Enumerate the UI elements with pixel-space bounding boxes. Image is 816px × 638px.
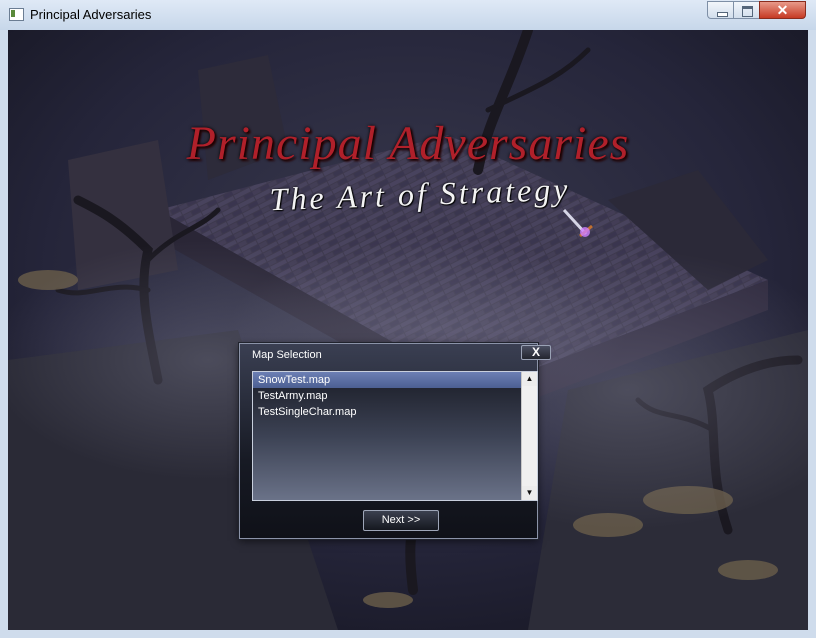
game-logo-title: Principal Adversaries xyxy=(186,117,630,170)
minimize-button[interactable] xyxy=(707,1,734,19)
next-button[interactable]: Next >> xyxy=(363,510,439,531)
dialog-close-button[interactable]: X xyxy=(521,345,551,360)
app-window: Principal Adversaries ✕ Principal Advers… xyxy=(0,0,816,638)
dialog-title: Map Selection xyxy=(252,349,322,361)
maximize-icon xyxy=(742,6,753,17)
map-list[interactable]: SnowTest.map TestArmy.map TestSingleChar… xyxy=(252,371,538,501)
map-list-item[interactable]: TestSingleChar.map xyxy=(253,404,524,420)
map-list-item[interactable]: TestArmy.map xyxy=(253,388,524,404)
scroll-up-arrow-icon[interactable]: ▲ xyxy=(522,372,537,386)
game-viewport[interactable]: Principal Adversaries The Art of Strateg… xyxy=(8,30,808,630)
map-list-scrollbar[interactable]: ▲ ▼ xyxy=(521,372,537,500)
map-list-item[interactable]: SnowTest.map xyxy=(253,372,524,388)
maximize-button[interactable] xyxy=(733,1,760,19)
scroll-down-arrow-icon[interactable]: ▼ xyxy=(522,486,537,500)
window-title: Principal Adversaries xyxy=(30,7,152,22)
close-icon: ✕ xyxy=(776,2,789,18)
app-icon xyxy=(9,8,24,21)
close-window-button[interactable]: ✕ xyxy=(759,1,806,19)
title-bar[interactable]: Principal Adversaries ✕ xyxy=(0,0,816,30)
map-selection-dialog: Map Selection X SnowTest.map TestArmy.ma… xyxy=(239,343,551,539)
minimize-icon xyxy=(717,12,728,17)
